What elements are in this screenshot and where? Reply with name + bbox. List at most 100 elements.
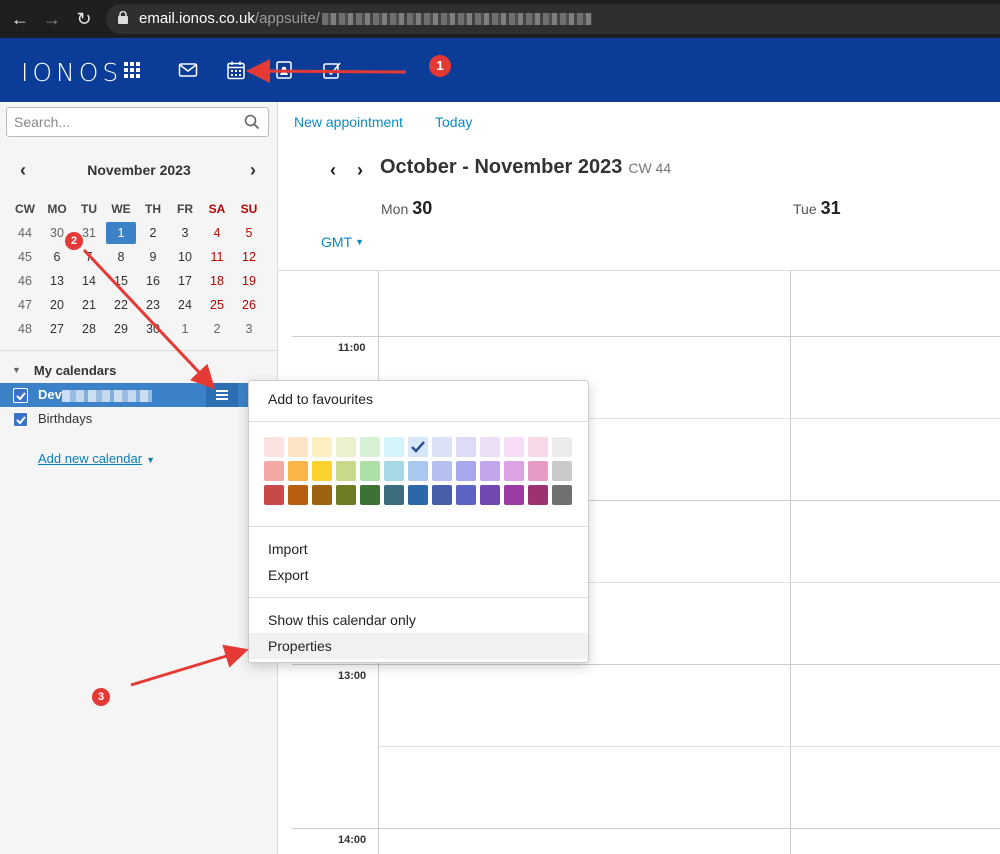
mini-calendar-day[interactable]: 11 (201, 245, 233, 269)
new-appointment-button[interactable]: New appointment (294, 114, 403, 130)
color-swatch[interactable] (384, 461, 404, 481)
mini-calendar-day[interactable]: 20 (41, 293, 73, 317)
mail-icon[interactable] (178, 60, 198, 80)
color-swatch[interactable] (504, 485, 524, 505)
my-calendars-heading[interactable]: ▼ My calendars (12, 363, 116, 378)
mini-calendar-day[interactable]: 4 (201, 221, 233, 245)
color-swatch[interactable] (288, 461, 308, 481)
mini-calendar-day[interactable]: 19 (233, 269, 265, 293)
today-button[interactable]: Today (435, 114, 472, 130)
calendar-checkbox[interactable] (13, 412, 28, 427)
calendar-item-dev[interactable]: Dev (0, 383, 277, 407)
mini-calendar-day[interactable]: 10 (169, 245, 201, 269)
color-swatch[interactable] (312, 485, 332, 505)
color-swatch[interactable] (360, 437, 380, 457)
search-input[interactable] (14, 114, 234, 130)
color-swatch[interactable] (264, 485, 284, 505)
mini-calendar-day[interactable]: 23 (137, 293, 169, 317)
color-swatch[interactable] (528, 437, 548, 457)
mini-calendar-day[interactable]: 22 (105, 293, 137, 317)
mini-calendar-day[interactable]: 27 (41, 317, 73, 341)
mini-calendar-day[interactable]: 3 (233, 317, 265, 341)
mini-calendar-day[interactable]: 15 (105, 269, 137, 293)
color-swatch[interactable] (336, 437, 356, 457)
color-swatch[interactable] (336, 485, 356, 505)
mini-calendar-day[interactable]: 3 (169, 221, 201, 245)
color-swatch[interactable] (504, 437, 524, 457)
mini-calendar-day[interactable]: 9 (137, 245, 169, 269)
color-swatch[interactable] (480, 437, 500, 457)
mini-calendar-day[interactable]: 12 (233, 245, 265, 269)
color-swatch[interactable] (264, 437, 284, 457)
calendar-icon[interactable] (226, 60, 246, 80)
mini-calendar-day[interactable]: 16 (137, 269, 169, 293)
mini-calendar-day[interactable]: 14 (73, 269, 105, 293)
color-swatch[interactable] (384, 437, 404, 457)
color-swatch[interactable] (312, 461, 332, 481)
next-week-icon[interactable]: › (357, 160, 363, 181)
import-item[interactable]: Import (249, 536, 588, 562)
color-swatch[interactable] (456, 461, 476, 481)
mini-calendar-day[interactable]: 26 (233, 293, 265, 317)
day-header-tue[interactable]: Tue 31 (793, 198, 841, 219)
timezone-selector[interactable]: GMT ▼ (321, 234, 364, 250)
mini-calendar-day[interactable]: 30 (137, 317, 169, 341)
color-swatch[interactable] (456, 437, 476, 457)
color-swatch[interactable] (432, 461, 452, 481)
color-swatch[interactable] (408, 437, 428, 457)
forward-icon[interactable]: → (40, 7, 64, 31)
properties-item[interactable]: Properties (249, 633, 588, 659)
address-book-icon[interactable] (274, 60, 294, 80)
color-swatch[interactable] (288, 437, 308, 457)
mini-calendar-day[interactable]: 8 (105, 245, 137, 269)
color-swatch[interactable] (552, 437, 572, 457)
color-swatch[interactable] (480, 485, 500, 505)
color-swatch[interactable] (456, 485, 476, 505)
collapse-triangle-icon[interactable]: ▼ (12, 365, 21, 375)
calendar-menu-button[interactable] (206, 383, 238, 407)
address-bar[interactable]: email.ionos.co.uk/appsuite/ (106, 4, 1000, 34)
color-swatch[interactable] (528, 461, 548, 481)
mini-calendar-day[interactable]: 28 (73, 317, 105, 341)
color-swatch[interactable] (360, 461, 380, 481)
mini-calendar-day[interactable]: 2 (201, 317, 233, 341)
color-swatch[interactable] (480, 461, 500, 481)
add-to-favourites-item[interactable]: Add to favourites (249, 386, 588, 412)
color-swatch[interactable] (432, 485, 452, 505)
tasks-icon[interactable] (322, 60, 342, 80)
mini-calendar-day[interactable]: 25 (201, 293, 233, 317)
color-swatch[interactable] (360, 485, 380, 505)
color-swatch[interactable] (432, 437, 452, 457)
color-swatch[interactable] (336, 461, 356, 481)
chevron-left-icon[interactable]: ‹ (13, 160, 33, 180)
day-header-mon[interactable]: Mon 30 (381, 198, 432, 219)
mini-calendar-day[interactable]: 29 (105, 317, 137, 341)
color-swatch[interactable] (528, 485, 548, 505)
mini-calendar-day[interactable]: 5 (233, 221, 265, 245)
prev-week-icon[interactable]: ‹ (330, 160, 336, 181)
color-swatch[interactable] (552, 461, 572, 481)
add-new-calendar-link[interactable]: Add new calendar ▼ (38, 451, 155, 466)
search-box[interactable] (6, 107, 269, 137)
mini-calendar-day[interactable]: 13 (41, 269, 73, 293)
color-swatch[interactable] (312, 437, 332, 457)
color-swatch[interactable] (384, 485, 404, 505)
chevron-right-icon[interactable]: › (243, 160, 263, 180)
mini-calendar-day[interactable]: 24 (169, 293, 201, 317)
calendar-checkbox[interactable] (13, 388, 28, 403)
color-swatch[interactable] (408, 485, 428, 505)
color-swatch[interactable] (504, 461, 524, 481)
mini-calendar-day[interactable]: 18 (201, 269, 233, 293)
mini-calendar-day[interactable]: 17 (169, 269, 201, 293)
reload-icon[interactable]: ↻ (72, 7, 96, 31)
mini-calendar-day[interactable]: 1 (105, 221, 137, 245)
back-icon[interactable]: ← (8, 7, 32, 31)
search-icon[interactable] (244, 114, 260, 130)
color-swatch[interactable] (552, 485, 572, 505)
calendar-item-birthdays[interactable]: Birthdays (0, 407, 277, 431)
mini-calendar-day[interactable]: 21 (73, 293, 105, 317)
apps-grid-icon[interactable] (122, 60, 142, 80)
show-calendar-only-item[interactable]: Show this calendar only (249, 607, 588, 633)
color-swatch[interactable] (288, 485, 308, 505)
mini-calendar-day[interactable]: 2 (137, 221, 169, 245)
